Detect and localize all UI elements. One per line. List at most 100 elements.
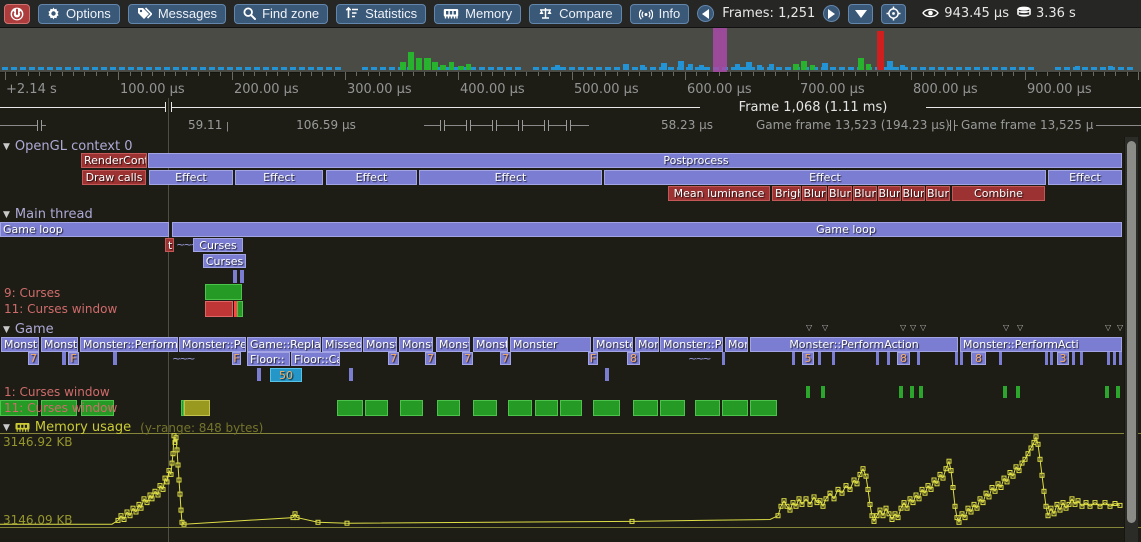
section-header[interactable]: ▼Main thread: [3, 207, 93, 222]
zone-tick[interactable]: [955, 352, 958, 365]
zone-tick[interactable]: [1107, 352, 1110, 365]
plot-box[interactable]: [437, 400, 460, 416]
plot-box[interactable]: [660, 400, 685, 416]
plot-label[interactable]: 1: Curses window: [4, 385, 110, 399]
zone[interactable]: Missed: [322, 337, 362, 352]
zone[interactable]: Monster::PerformActi: [960, 337, 1122, 352]
zone[interactable]: Combine: [952, 186, 1045, 201]
plot-box[interactable]: [205, 301, 233, 317]
zone-tick[interactable]: [257, 368, 261, 381]
plot-box[interactable]: [237, 301, 243, 317]
frame-separator[interactable]: [518, 120, 523, 131]
message-marker-icon[interactable]: ▽: [1117, 324, 1123, 332]
frame-marker-rows[interactable]: Frame 1,068 (1.11 ms)92.33 µs59.11 µs106…: [0, 98, 1141, 135]
plot-box[interactable]: [365, 400, 388, 416]
zone-tick[interactable]: [919, 386, 923, 398]
plot-box[interactable]: [205, 284, 242, 300]
plot-box[interactable]: [695, 400, 720, 416]
zone-tick[interactable]: [240, 270, 244, 283]
plot-box[interactable]: [337, 400, 363, 416]
zone[interactable]: Effect: [326, 170, 417, 185]
plot-box[interactable]: [535, 400, 558, 416]
section-header[interactable]: ▼OpenGL context 0: [3, 139, 133, 154]
section-header[interactable]: ▼Game: [3, 322, 54, 337]
memory-button[interactable]: Memory: [434, 4, 521, 24]
compare-button[interactable]: Compare: [529, 4, 621, 24]
zone-tick[interactable]: [806, 386, 810, 398]
zone[interactable]: Game loop: [0, 222, 169, 237]
zone[interactable]: Blur: [853, 186, 877, 201]
zone-tick[interactable]: [1045, 352, 1048, 365]
zone[interactable]: Curses: [193, 238, 243, 252]
message-marker-icon[interactable]: ▽: [1003, 324, 1009, 332]
zone[interactable]: Floor::Calc: [291, 352, 340, 366]
zone-tick[interactable]: [899, 386, 903, 398]
zone[interactable]: 7: [500, 352, 511, 365]
plot-box[interactable]: [633, 400, 658, 416]
zone[interactable]: Mons: [635, 337, 659, 352]
plot-box[interactable]: [400, 400, 423, 416]
zone[interactable]: RenderCont: [81, 153, 147, 168]
zone-tick[interactable]: [605, 368, 609, 381]
zone[interactable]: Floor::: [247, 352, 290, 366]
zone-tick[interactable]: [233, 270, 237, 283]
zone[interactable]: Effect: [235, 170, 323, 185]
zone[interactable]: Game loop: [172, 222, 1122, 237]
plot-box[interactable]: [473, 400, 497, 416]
message-marker-icon[interactable]: ▽: [806, 324, 812, 332]
zone-tick[interactable]: [917, 352, 920, 365]
zone-tick[interactable]: [876, 352, 879, 365]
zone-tick[interactable]: [1113, 352, 1116, 365]
zone[interactable]: Effect: [604, 170, 1046, 185]
find-zone-button[interactable]: Find zone: [234, 4, 328, 24]
zone[interactable]: Mean luminance: [668, 186, 770, 201]
time-axis[interactable]: +2.14 s100.00 µs200.00 µs300.00 µs400.00…: [0, 72, 1141, 98]
frame-separator[interactable]: [544, 120, 549, 131]
plot-box[interactable]: [184, 400, 210, 416]
plot-box[interactable]: [593, 400, 620, 416]
frame-overview-strip[interactable]: [0, 28, 1141, 73]
zone-tick[interactable]: [1016, 386, 1020, 398]
zone-tick[interactable]: [960, 352, 963, 365]
zone-tick[interactable]: [1119, 352, 1122, 365]
zone[interactable]: Blur: [828, 186, 852, 201]
zone[interactable]: Effect: [149, 170, 233, 185]
statistics-button[interactable]: Statistics: [336, 4, 426, 24]
frame-separator[interactable]: [466, 120, 471, 131]
zone-tick[interactable]: [349, 368, 353, 381]
frame-separator[interactable]: [950, 120, 955, 131]
zone[interactable]: 7: [462, 352, 473, 365]
section-header-memory[interactable]: ▼Memory usage(y-range: 848 bytes): [3, 420, 263, 435]
zone[interactable]: 7: [28, 352, 39, 365]
zone[interactable]: Monster: [510, 337, 591, 352]
plot-box[interactable]: [560, 400, 582, 416]
zone-tick[interactable]: [999, 352, 1002, 365]
zone[interactable]: Postprocess: [148, 153, 1122, 168]
frame-separator[interactable]: [440, 120, 445, 131]
frame-separator[interactable]: [566, 120, 571, 131]
zone[interactable]: 50: [270, 368, 302, 382]
zone[interactable]: Monster::Pe: [660, 337, 723, 352]
zone[interactable]: Monster::PerformAction: [750, 337, 958, 352]
messages-button[interactable]: Messages: [128, 4, 226, 24]
zone[interactable]: 7: [425, 352, 436, 365]
zone[interactable]: 8: [897, 352, 910, 365]
plot-box[interactable]: [750, 400, 777, 416]
zone[interactable]: Blur: [802, 186, 827, 201]
vertical-scrollbar[interactable]: [1124, 137, 1138, 542]
zone[interactable]: Monste: [593, 337, 633, 352]
zone[interactable]: 8: [971, 352, 986, 365]
center-view-button[interactable]: [881, 4, 906, 24]
zone[interactable]: Monst: [363, 337, 397, 352]
plot-box[interactable]: [508, 400, 532, 416]
message-marker-icon[interactable]: ▽: [900, 324, 906, 332]
zone[interactable]: Mons: [725, 337, 748, 352]
zone[interactable]: Monste: [41, 337, 78, 352]
zone-tick[interactable]: [818, 352, 821, 365]
zone-tick[interactable]: [1105, 386, 1109, 398]
plot-label[interactable]: 11: Curses window: [4, 302, 117, 316]
zone[interactable]: Draw calls: [82, 170, 146, 185]
zone-tick[interactable]: [722, 352, 725, 365]
zone[interactable]: 3: [1057, 352, 1069, 365]
frame-separator[interactable]: [37, 120, 42, 131]
